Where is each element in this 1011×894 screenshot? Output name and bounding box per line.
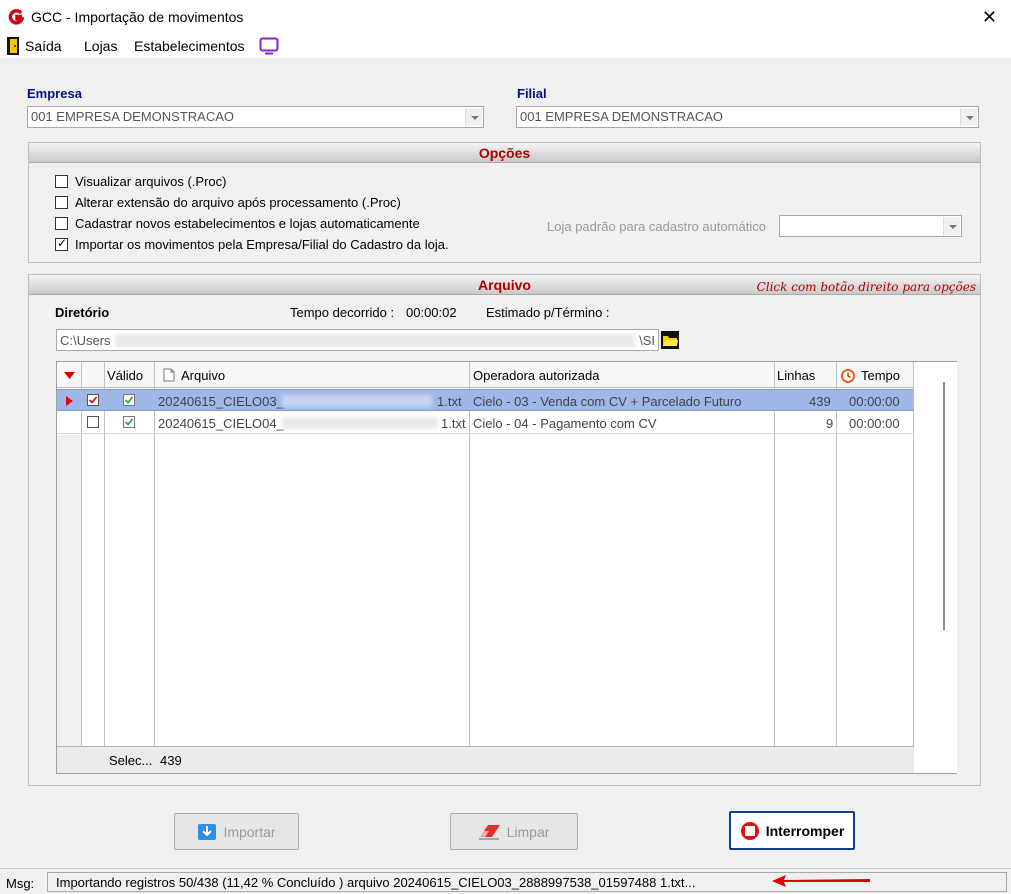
operator-cell: Cielo - 04 - Pagamento com CV [473,416,657,431]
chevron-down-icon[interactable] [943,217,960,235]
status-message: Importando registros 50/438 (11,42 % Con… [56,875,696,890]
row-checkbox[interactable] [87,416,99,428]
operator-cell: Cielo - 03 - Venda com CV + Parcelado Fu… [473,394,742,409]
alarm-clock-icon [841,369,855,383]
options-panel: Opções Visualizar arquivos (.Proc) Alter… [28,142,981,263]
default-store-label: Loja padrão para cadastro automático [547,219,766,234]
red-arrow-annotation [772,875,870,887]
file-header: Arquivo Click com botão direito para opç… [29,275,980,295]
path-end: \SI [639,333,655,348]
column-time[interactable]: Tempo [861,368,900,383]
lines-cell: 439 [809,394,831,409]
menu-bar: Saída Lojas Estabelecimentos [0,34,1011,58]
close-icon[interactable]: ✕ [982,7,997,28]
column-operator[interactable]: Operadora autorizada [473,368,599,383]
options-title: Opções [478,145,531,161]
filial-select[interactable]: 001 EMPRESA DEMONSTRACAO [516,106,979,128]
current-row-icon [66,396,73,406]
valid-check-icon [123,416,135,428]
path-start: C:\Users [60,333,111,348]
sort-down-icon[interactable] [64,372,75,379]
msg-label: Msg: [6,876,35,891]
file-icon [163,368,175,382]
filial-value: 001 EMPRESA DEMONSTRACAO [520,109,723,124]
redacted-file-name [282,395,432,407]
folder-open-icon[interactable] [661,331,679,349]
redacted-file-name [282,417,437,429]
monitor-icon[interactable] [259,37,279,55]
time-cell: 00:00:00 [849,416,900,431]
elapsed-label: Tempo decorrido : [290,305,395,320]
clear-button[interactable]: Limpar [450,813,578,850]
grid-footer: Selec... 439 [57,746,956,773]
grid-header: Válido Arquivo Operadora autorizada Linh… [57,362,956,388]
estimated-label: Estimado p/Término : [486,305,610,320]
checkbox[interactable] [55,196,68,209]
right-click-hint: Click com botão direito para opções [756,280,976,294]
window-title: GCC - Importação de movimentos [31,9,244,25]
filial-label: Filial [517,86,547,101]
file-name-start: 20240615_CIELO03_ [158,394,284,409]
file-name-end: 1.txt [437,394,462,409]
stop-button[interactable]: Interromper [729,811,855,850]
empresa-select[interactable]: 001 EMPRESA DEMONSTRACAO [27,106,484,128]
grid-scrollbar[interactable] [914,362,957,773]
menu-stores[interactable]: Lojas [84,38,117,54]
table-row[interactable]: 20240615_CIELO04_ 1.txt Cielo - 04 - Pag… [57,412,913,434]
empresa-value: 001 EMPRESA DEMONSTRACAO [31,109,234,124]
elapsed-value: 00:00:02 [406,305,457,320]
selected-count-value: 439 [160,753,182,768]
import-button[interactable]: Importar [174,813,299,850]
file-name-start: 20240615_CIELO04_ [158,416,284,431]
import-icon [198,823,217,840]
time-cell: 00:00:00 [849,394,900,409]
stop-icon [740,821,759,840]
chevron-down-icon[interactable] [960,108,977,126]
menu-exit[interactable]: Saída [25,38,62,54]
table-row[interactable]: 20240615_CIELO03_ 1.txt Cielo - 03 - Ven… [57,389,913,411]
directory-path-input[interactable]: C:\Users \SI [56,329,659,351]
status-bar: Msg: Importando registros 50/438 (11,42 … [0,868,1011,894]
column-file[interactable]: Arquivo [181,368,225,383]
empresa-label: Empresa [27,86,82,101]
row-checkbox-checked[interactable] [87,394,99,406]
options-header: Opções [29,143,980,163]
column-valid[interactable]: Válido [107,368,143,383]
valid-check-icon [123,394,135,406]
checkbox[interactable] [55,217,68,230]
file-name-end: 1.txt [441,416,466,431]
column-lines[interactable]: Linhas [777,368,815,383]
directory-label: Diretório [55,305,110,320]
lines-cell: 9 [826,416,834,431]
checkbox[interactable] [55,175,68,188]
file-grid: Válido Arquivo Operadora autorizada Linh… [56,361,957,774]
checkbox-checked[interactable] [55,236,68,251]
redacted-path [115,334,635,347]
menu-establishments[interactable]: Estabelecimentos [134,38,245,54]
selected-count-label: Selec... [109,753,153,768]
file-panel: Arquivo Click com botão direito para opç… [28,274,981,786]
default-store-select[interactable] [779,215,962,237]
exit-door-icon [7,37,19,55]
eraser-icon [478,824,500,839]
chevron-down-icon[interactable] [465,108,482,126]
title-bar: GCC - Importação de movimentos ✕ [0,0,1011,34]
scrollbar-thumb[interactable] [943,382,945,630]
gcc-logo-icon [8,9,24,25]
